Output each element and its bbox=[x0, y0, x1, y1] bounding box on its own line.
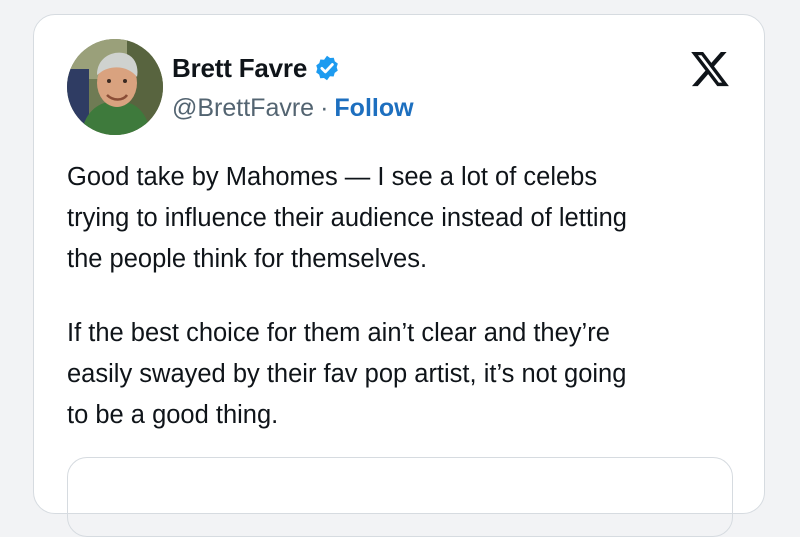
avatar[interactable] bbox=[67, 39, 163, 135]
tweet-body: Good take by Mahomes — I see a lot of ce… bbox=[67, 157, 747, 436]
separator-dot: · bbox=[320, 93, 329, 122]
verified-badge-icon bbox=[313, 54, 341, 82]
author-display-name[interactable]: Brett Favre bbox=[172, 53, 307, 84]
author-name-row: Brett Favre bbox=[172, 51, 341, 85]
author-handle[interactable]: @BrettFavre bbox=[172, 94, 314, 123]
author-handle-row: @BrettFavre · Follow bbox=[172, 92, 414, 124]
avatar-photo bbox=[67, 39, 163, 135]
tweet-paragraph: If the best choice for them ain’t clear … bbox=[67, 319, 627, 429]
embedded-media-card[interactable] bbox=[67, 457, 733, 537]
tweet-paragraph: Good take by Mahomes — I see a lot of ce… bbox=[67, 163, 627, 273]
x-logo-icon[interactable] bbox=[688, 48, 732, 90]
follow-link[interactable]: Follow bbox=[334, 94, 413, 123]
tweet-card: Brett Favre @BrettFavre · Follow Good ta… bbox=[33, 14, 765, 537]
